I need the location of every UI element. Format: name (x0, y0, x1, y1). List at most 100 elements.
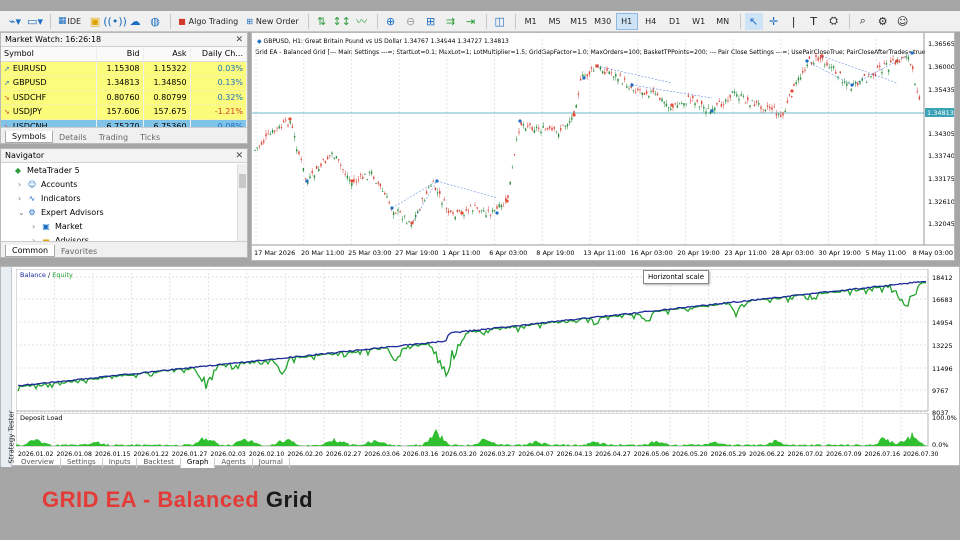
cursor-icon[interactable]: ↖ (744, 12, 763, 30)
tf-M30[interactable]: M30 (592, 13, 614, 30)
scroll-thumb[interactable] (239, 174, 246, 188)
candle-body (335, 156, 338, 159)
expand-icon[interactable]: › (18, 194, 26, 203)
candle-body (571, 117, 573, 120)
col-ask[interactable]: Ask (143, 47, 191, 62)
grid-icon[interactable]: ⊞ (422, 13, 440, 30)
close-icon[interactable]: ✕ (235, 151, 243, 161)
col-symbol[interactable]: Symbol (1, 47, 97, 62)
tf-W1[interactable]: W1 (688, 13, 710, 30)
tf-H4[interactable]: H4 (640, 13, 662, 30)
navigator-title: Navigator (5, 151, 45, 160)
expand-icon[interactable]: › (18, 180, 26, 189)
trade-marker (518, 119, 522, 123)
deposit-plot-frame (16, 413, 929, 447)
navigator-item[interactable]: › ▣ Market (4, 219, 247, 233)
candle-body (403, 215, 406, 217)
toolbar-separator (848, 13, 850, 29)
indicator-line-icon[interactable]: 〰 (353, 13, 371, 30)
tab-details[interactable]: Details (53, 132, 93, 143)
tab-backtest[interactable]: Backtest (137, 458, 181, 468)
date-tick-label: 2026.01.02 (18, 451, 53, 458)
tab-symbols[interactable]: Symbols (5, 131, 53, 143)
tf-M15[interactable]: M15 (568, 13, 590, 30)
scroll-icon[interactable]: ⇉ (442, 13, 460, 30)
template-icon[interactable]: ▭▾ (26, 13, 44, 30)
navigator-item[interactable]: › ∿ Indicators (4, 191, 247, 205)
col-bid[interactable]: Bid (96, 47, 144, 62)
price-chart[interactable]: 1.36565 1.36000 1.35435 1.34305 1.33740 1.331… (252, 33, 954, 260)
crosshair-icon[interactable]: ✛ (765, 13, 783, 30)
text-tool-icon[interactable]: T (805, 13, 823, 30)
tf-H1[interactable]: H1 (615, 12, 638, 30)
tf-MN[interactable]: MN (712, 13, 734, 30)
candle-body (267, 133, 269, 135)
new-order-button[interactable]: ⊞ New Order (243, 13, 301, 30)
ide-button[interactable]: ▦ IDE (55, 13, 84, 30)
vertical-line-icon[interactable]: | (785, 13, 803, 30)
autoscroll-icon[interactable]: ⇥ (462, 13, 480, 30)
signal-icon[interactable]: ((•)) (103, 13, 127, 30)
candle-body (366, 179, 368, 180)
price-tick-label: 1.35435 (928, 86, 954, 94)
candle-body (694, 103, 696, 106)
tab-journal[interactable]: Journal (253, 458, 290, 468)
navigator-item[interactable]: ◆ MetaTrader 5 (4, 163, 247, 177)
chart-type-icon[interactable]: ⌁▾ (6, 13, 24, 30)
balance-equity-chart[interactable]: 184121668314954132251149697678037Balance… (16, 269, 958, 416)
tab-agents[interactable]: Agents (215, 458, 253, 468)
table-row[interactable]: ➘ USDCHF 0.80760 0.80799 0.32% (1, 90, 248, 105)
tab-inputs[interactable]: Inputs (103, 458, 138, 468)
candle-body (315, 166, 318, 169)
shapes-icon[interactable]: ⛭ (825, 13, 843, 30)
candle-body (410, 225, 412, 227)
trade-icon[interactable]: ↕↕ (332, 13, 350, 30)
navigator-item[interactable]: ⌄ ⚙ Expert Advisors (4, 205, 247, 219)
close-icon[interactable]: ✕ (235, 35, 243, 45)
toolbar-separator (307, 13, 309, 29)
candle-body (364, 174, 366, 175)
deposit-load-chart[interactable]: Deposit Load 100.0%0.0%2026.01.02 2026.01.… (16, 413, 958, 459)
navigator-scrollbar[interactable] (237, 164, 247, 242)
cloud-icon[interactable]: ☁ (126, 13, 144, 30)
tab-favorites[interactable]: Favorites (55, 246, 103, 257)
tf-D1[interactable]: D1 (664, 13, 686, 30)
tf-M5[interactable]: M5 (544, 13, 566, 30)
change-cell: 0.13% (190, 75, 248, 91)
tab-settings[interactable]: Settings (61, 458, 103, 468)
screenshot-icon[interactable]: ◫ (491, 13, 509, 30)
tab-common[interactable]: Common (5, 245, 56, 257)
depth-icon[interactable]: ⇅ (313, 13, 331, 30)
lock-icon[interactable]: ▣ (86, 13, 104, 30)
candle-body (489, 215, 492, 216)
candle-body (456, 209, 459, 212)
price-chart-window[interactable]: ◆ GBPUSD, H1: Great Britain Pound vs US … (251, 32, 955, 261)
expand-icon[interactable]: ⌄ (18, 208, 26, 217)
ide-label: IDE (67, 16, 82, 26)
trend-arrow-icon: ➘ (4, 108, 10, 117)
algo-trading-button[interactable]: ■ Algo Trading (175, 13, 241, 30)
candle-body (773, 106, 775, 108)
tab-graph[interactable]: Graph (180, 458, 216, 468)
metatrader-icon: ◆ (14, 165, 22, 175)
zoom-out-icon[interactable]: ⊖ (402, 13, 420, 30)
tab-ticks[interactable]: Ticks (134, 132, 166, 143)
table-row[interactable]: ➘ USDJPY 157.606 157.675 -1.21% (1, 104, 248, 120)
search-icon[interactable]: ⌕ (854, 13, 872, 30)
expand-icon[interactable]: › (32, 222, 40, 231)
tab-overview[interactable]: Overview (15, 458, 61, 468)
time-tick-label: 17 Mar 2026 (254, 249, 295, 257)
user-icon[interactable]: ☺ (894, 13, 912, 30)
tf-M1[interactable]: M1 (520, 13, 542, 30)
navigator-item[interactable]: › ☺ Accounts (4, 177, 247, 191)
tab-trading[interactable]: Trading (93, 132, 134, 143)
table-row[interactable]: ➚ EURUSD 1.15308 1.15322 0.03% (1, 61, 248, 76)
col-daily-change[interactable]: Daily Ch... (190, 47, 248, 62)
tester-side-tab[interactable]: Strategy Tester (1, 267, 16, 467)
navigator-tree: ◆ MetaTrader 5 › ☺ Accounts › ∿ Indicators ⌄ ⚙ Exp… (1, 163, 247, 247)
settings-icon[interactable]: ⚙ (874, 13, 892, 30)
table-row[interactable]: ➚ GBPUSD 1.34813 1.34850 0.13% (1, 75, 248, 91)
zoom-in-icon[interactable]: ⊕ (382, 13, 400, 30)
candle-body (337, 159, 340, 161)
globe-icon[interactable]: ◍ (146, 13, 164, 30)
